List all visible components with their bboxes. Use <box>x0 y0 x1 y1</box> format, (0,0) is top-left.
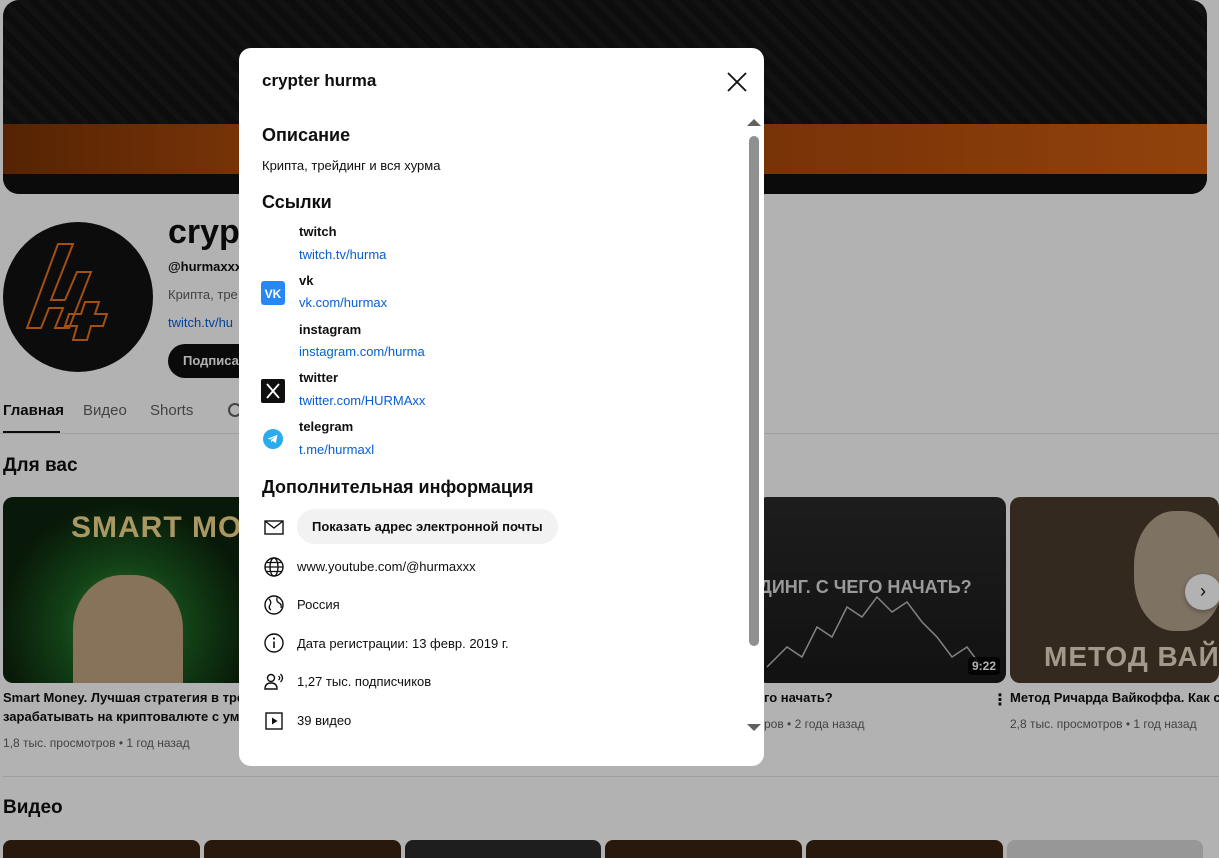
earth-icon <box>264 595 284 615</box>
join-date: Дата регистрации: 13 февр. 2019 г. <box>297 636 509 651</box>
channel-url[interactable]: www.youtube.com/@hurmaxxx <box>297 559 476 574</box>
description-heading: Описание <box>262 125 351 145</box>
country-text: Россия <box>297 597 340 612</box>
dialog-title: crypter hurma <box>262 71 377 90</box>
link-name-twitter: twitter <box>299 370 338 385</box>
show-email-button[interactable]: Показать адрес электронной почты <box>297 509 558 544</box>
link-url-twitter[interactable]: twitter.com/HURMAxx <box>299 393 425 408</box>
info-icon <box>264 633 284 653</box>
play-icon <box>265 712 283 730</box>
scroll-up-arrow[interactable] <box>747 119 761 126</box>
vk-icon: VK <box>261 281 285 305</box>
scroll-down-arrow[interactable] <box>747 724 761 731</box>
globe-icon <box>264 557 284 577</box>
x-icon <box>261 379 285 403</box>
link-name-instagram: instagram <box>299 322 362 337</box>
link-name-vk: vk <box>299 273 314 288</box>
subscribers-icon <box>264 673 284 690</box>
about-dialog: crypter hurma Описание Крипта, трейдинг … <box>239 48 764 766</box>
subscriber-count: 1,27 тыс. подписчиков <box>297 674 432 689</box>
description-text: Крипта, трейдинг и вся хурма <box>262 158 441 173</box>
link-name-twitch: twitch <box>299 224 337 239</box>
mail-icon <box>264 520 284 535</box>
video-count: 39 видео <box>297 713 352 728</box>
close-icon[interactable] <box>723 68 751 96</box>
link-name-telegram: telegram <box>299 419 354 434</box>
telegram-icon <box>263 429 283 449</box>
links-heading: Ссылки <box>262 192 332 212</box>
link-url-instagram[interactable]: instagram.com/hurma <box>299 344 425 359</box>
link-url-telegram[interactable]: t.me/hurmaxl <box>299 442 374 457</box>
extra-info-heading: Дополнительная информация <box>262 477 534 497</box>
link-url-vk[interactable]: vk.com/hurmax <box>299 295 387 310</box>
svg-text:VK: VK <box>265 287 282 301</box>
scrollbar-thumb[interactable] <box>749 136 759 646</box>
link-url-twitch[interactable]: twitch.tv/hurma <box>299 247 386 262</box>
